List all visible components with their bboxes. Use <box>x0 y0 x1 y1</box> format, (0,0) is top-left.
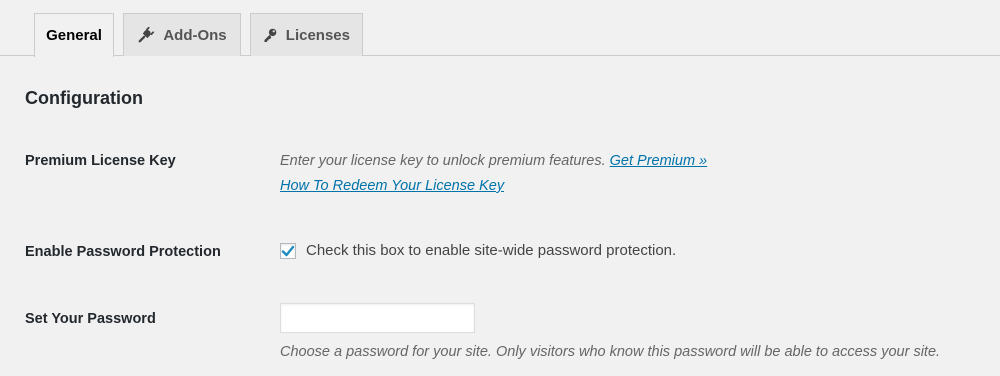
redeem-license-link[interactable]: How To Redeem Your License Key <box>280 178 504 194</box>
password-protection-field: Check this box to enable site-wide passw… <box>280 242 676 259</box>
plug-icon <box>138 26 155 43</box>
key-icon <box>264 28 277 43</box>
license-description: Enter your license key to unlock premium… <box>280 153 707 169</box>
password-protection-text: Check this box to enable site-wide passw… <box>306 242 677 259</box>
license-description-text: Enter your license key to unlock premium… <box>280 153 606 169</box>
license-key-label: Premium License Key <box>25 153 176 169</box>
password-protection-label: Enable Password Protection <box>25 244 221 260</box>
get-premium-link[interactable]: Get Premium » <box>610 153 708 169</box>
password-protection-checkbox[interactable] <box>280 242 296 259</box>
tab-general[interactable]: General <box>34 13 114 57</box>
tab-general-label: General <box>46 27 102 44</box>
password-input[interactable] <box>280 303 475 333</box>
set-password-label: Set Your Password <box>25 311 156 327</box>
section-title: Configuration <box>25 88 143 108</box>
redeem-row: How To Redeem Your License Key <box>280 178 504 194</box>
nav-tab-wrapper: General Add-Ons Licenses <box>0 0 1000 57</box>
tab-add-ons-label: Add-Ons <box>163 26 227 44</box>
password-description: Choose a password for your site. Only vi… <box>280 344 941 360</box>
checkmark-icon <box>281 245 295 256</box>
tab-licenses-label: Licenses <box>285 26 350 44</box>
tab-licenses[interactable]: Licenses <box>250 13 363 56</box>
tab-add-ons[interactable]: Add-Ons <box>123 13 241 56</box>
